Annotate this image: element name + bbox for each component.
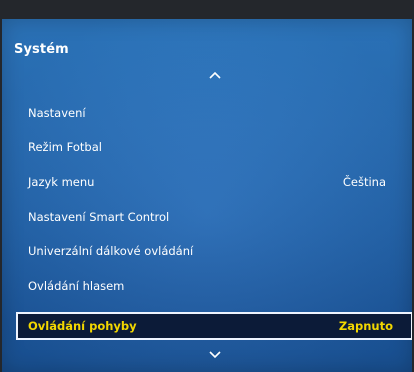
menu-item-value: Čeština — [342, 175, 386, 189]
menu-item-label: Ovládání hlasem — [28, 279, 125, 293]
chevron-down-icon[interactable] — [209, 351, 221, 359]
menu-item-rezim-fotbal[interactable]: Režim Fotbal — [16, 134, 398, 160]
tv-menu-screen: Systém Nastavení Režim Fotbal Jazyk menu… — [0, 0, 414, 372]
menu-item-jazyk-menu[interactable]: Jazyk menu Čeština — [16, 169, 398, 195]
menu-item-nastaveni-smart-control[interactable]: Nastavení Smart Control — [16, 204, 398, 230]
menu-item-label: Ovládání pohyby — [28, 319, 137, 333]
menu-item-value: Zapnuto — [338, 319, 393, 333]
menu-item-label: Nastavení — [28, 106, 86, 120]
menu-item-nastaveni[interactable]: Nastavení — [16, 100, 398, 126]
menu-item-ovladani-pohyby[interactable]: Ovládání pohyby Zapnuto — [16, 312, 412, 340]
menu-item-univerzalni-dalkove-ovladani[interactable]: Univerzální dálkové ovládání — [16, 238, 398, 264]
menu-item-label: Nastavení Smart Control — [28, 210, 170, 224]
system-menu-panel: Systém Nastavení Režim Fotbal Jazyk menu… — [2, 19, 412, 372]
menu-item-label: Režim Fotbal — [28, 140, 102, 154]
menu-item-ovladani-hlasem[interactable]: Ovládání hlasem — [16, 273, 398, 299]
menu-item-label: Jazyk menu — [28, 175, 95, 189]
menu-item-label: Univerzální dálkové ovládání — [28, 244, 194, 258]
menu-title: Systém — [14, 42, 69, 57]
chevron-up-icon[interactable] — [209, 71, 221, 79]
